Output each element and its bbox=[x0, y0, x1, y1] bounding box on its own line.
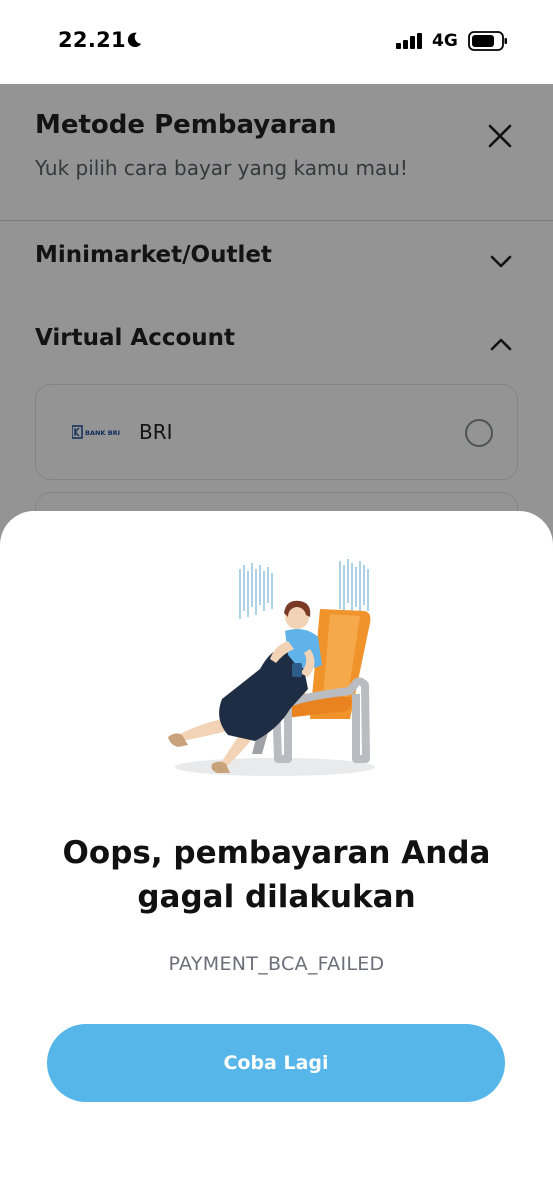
error-code: PAYMENT_BCA_FAILED bbox=[168, 953, 385, 975]
retry-button[interactable]: Coba Lagi bbox=[47, 1024, 505, 1102]
payment-error-sheet: Oops, pembayaran Anda gagal dilakukan PA… bbox=[0, 511, 553, 1200]
error-title: Oops, pembayaran Anda gagal dilakukan bbox=[62, 835, 491, 915]
battery-icon bbox=[468, 31, 507, 51]
woman-sitting-in-chair-illustration bbox=[168, 559, 375, 776]
network-label: 4G bbox=[432, 31, 458, 51]
status-bar: 22.21 4G bbox=[0, 0, 553, 84]
moon-icon bbox=[127, 32, 142, 48]
signal-icon bbox=[396, 33, 422, 49]
status-time: 22.21 bbox=[58, 28, 126, 52]
